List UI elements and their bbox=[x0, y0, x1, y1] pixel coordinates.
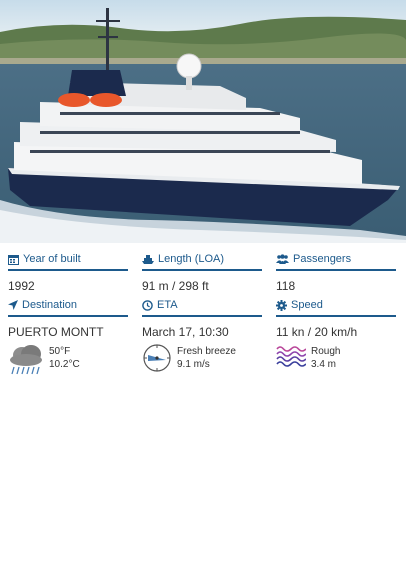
wind-compass-icon bbox=[143, 344, 171, 372]
users-icon bbox=[276, 253, 289, 264]
waves-icon bbox=[276, 346, 306, 367]
sea-height: 3.4 m bbox=[311, 359, 337, 370]
sea-state-widget: Rough 3.4 m bbox=[276, 343, 340, 371]
eta-value: March 17, 10:30 bbox=[142, 325, 229, 339]
length-field: Length (LOA) 91 m / 298 ft bbox=[142, 249, 262, 293]
year-built-field: Year of built 1992 bbox=[8, 249, 128, 293]
destination-value: PUERTO MONTT bbox=[8, 325, 104, 339]
gear-icon bbox=[276, 299, 287, 311]
location-arrow-icon bbox=[8, 300, 18, 310]
destination-label: Destination bbox=[22, 299, 78, 311]
year-built-label: Year of built bbox=[23, 253, 81, 265]
temp-celsius: 10.2°C bbox=[49, 359, 80, 370]
ship-icon bbox=[142, 254, 154, 264]
speed-label: Speed bbox=[291, 299, 323, 311]
year-built-value: 1992 bbox=[8, 279, 35, 293]
length-label: Length (LOA) bbox=[158, 253, 225, 265]
passengers-label: Passengers bbox=[293, 253, 352, 265]
temp-fahrenheit: 50°F bbox=[49, 346, 71, 357]
eta-label: ETA bbox=[157, 299, 178, 311]
speed-field: Speed 11 kn / 20 km/h bbox=[276, 295, 396, 339]
temperature-widget: 50°F 10.2°C bbox=[8, 343, 80, 377]
clock-icon bbox=[142, 299, 153, 311]
passengers-value: 118 bbox=[276, 279, 296, 293]
length-value: 91 m / 298 ft bbox=[142, 279, 209, 293]
eta-field: ETA March 17, 10:30 bbox=[142, 295, 262, 339]
rain-cloud-icon bbox=[10, 345, 42, 375]
passengers-field: Passengers 118 bbox=[276, 249, 396, 293]
wind-description: Fresh breeze bbox=[177, 346, 236, 357]
speed-value: 11 kn / 20 km/h bbox=[276, 325, 358, 339]
wind-speed: 9.1 m/s bbox=[177, 359, 210, 370]
calendar-icon bbox=[8, 254, 19, 265]
destination-field: Destination PUERTO MONTT bbox=[8, 295, 128, 339]
ship-photo bbox=[0, 0, 406, 243]
sea-description: Rough bbox=[311, 346, 341, 357]
wind-widget: Fresh breeze 9.1 m/s bbox=[142, 343, 236, 373]
